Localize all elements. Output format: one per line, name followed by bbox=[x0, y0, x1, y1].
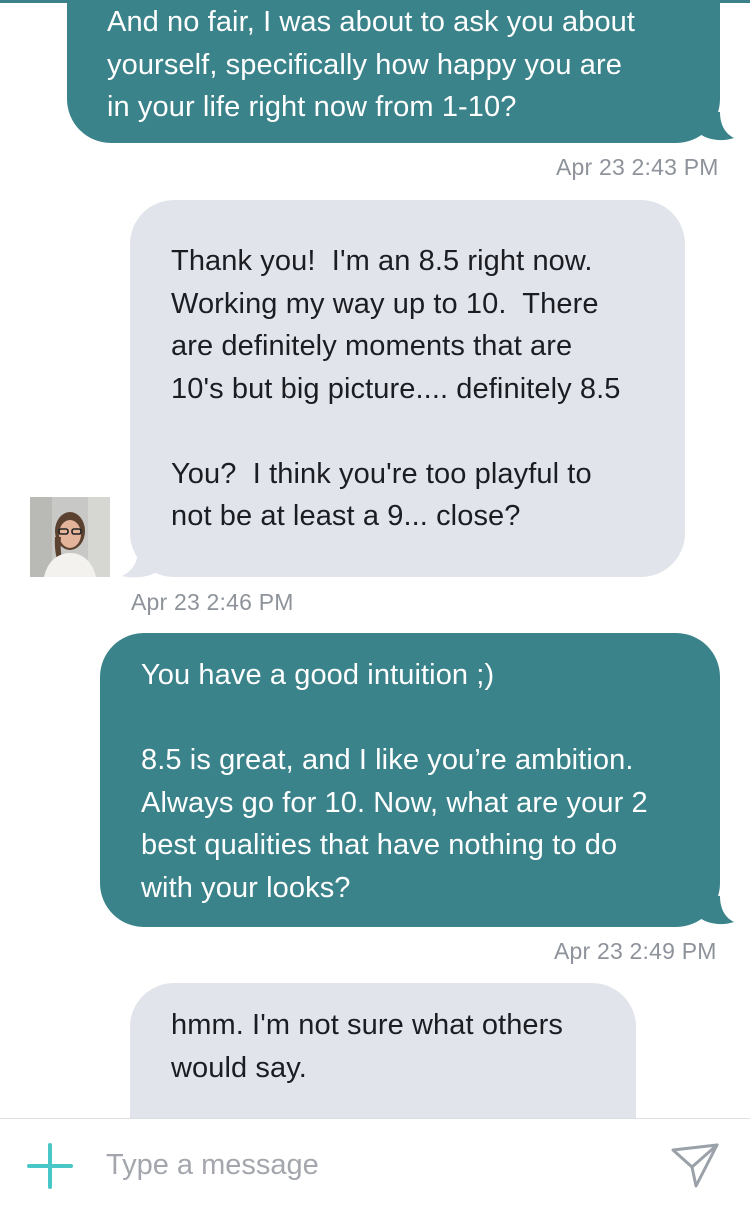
contact-avatar[interactable] bbox=[30, 497, 110, 577]
message-composer bbox=[0, 1118, 750, 1208]
message-bubble-outgoing[interactable]: And no fair, I was about to ask you abou… bbox=[67, 0, 720, 143]
bubble-tail bbox=[700, 112, 734, 141]
message-input[interactable] bbox=[106, 1145, 626, 1185]
message-timestamp: Apr 23 2:46 PM bbox=[131, 589, 294, 615]
message-bubble-incoming[interactable]: Thank you! I'm an 8.5 right now. Working… bbox=[130, 200, 685, 577]
message-bubble-outgoing[interactable]: You have a good intuition ;) 8.5 is grea… bbox=[100, 633, 720, 927]
message-bubble-incoming[interactable]: hmm. I'm not sure what others would say. bbox=[130, 983, 636, 1118]
message-timestamp: Apr 23 2:49 PM bbox=[554, 938, 717, 964]
message-thread[interactable]: And no fair, I was about to ask you abou… bbox=[0, 0, 750, 1118]
bubble-tail bbox=[700, 896, 734, 925]
bubble-tail bbox=[122, 549, 158, 578]
send-icon[interactable] bbox=[670, 1141, 720, 1189]
message-timestamp: Apr 23 2:43 PM bbox=[556, 154, 719, 180]
plus-icon[interactable] bbox=[27, 1143, 73, 1189]
profile-photo-icon bbox=[30, 497, 110, 577]
